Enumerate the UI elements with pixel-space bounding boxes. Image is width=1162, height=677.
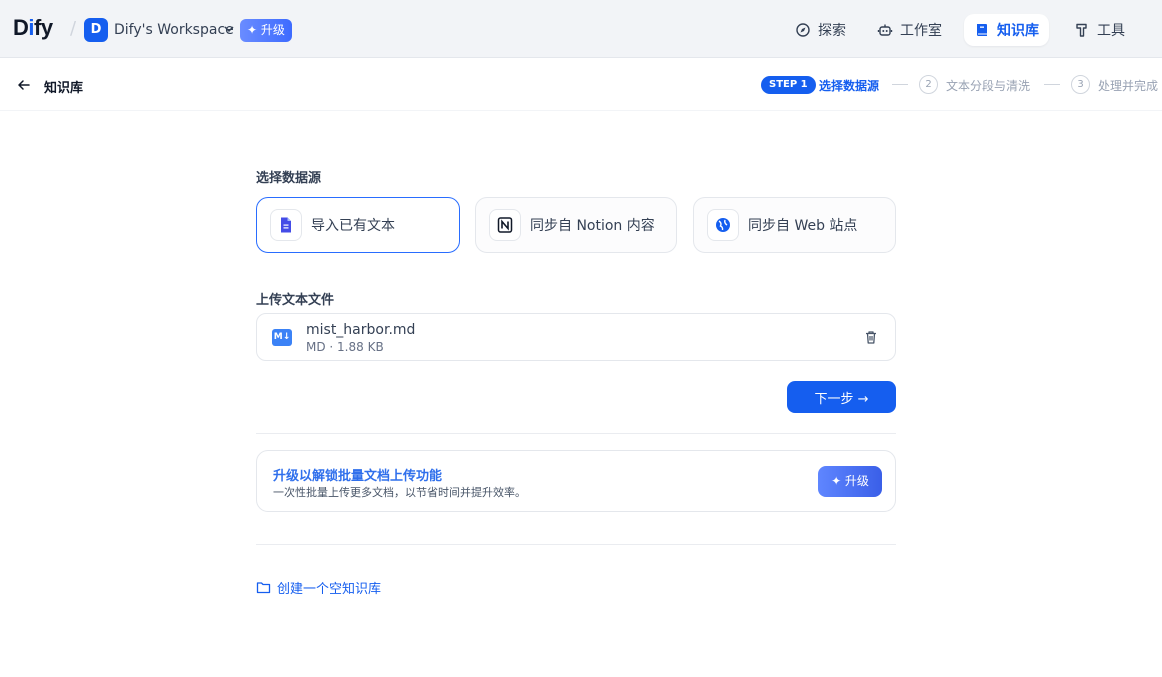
step-3-label: 处理并完成 bbox=[1098, 79, 1159, 93]
nav-studio-label: 工作室 bbox=[900, 23, 942, 39]
folder-icon bbox=[256, 582, 271, 594]
nav-tools[interactable]: 工具 bbox=[1064, 14, 1135, 46]
file-meta: MD · 1.88 KB bbox=[306, 340, 384, 354]
dify-logo[interactable]: Dify bbox=[13, 15, 53, 41]
nav-explore-label: 探索 bbox=[818, 23, 846, 39]
step-2-label: 文本分段与清洗 bbox=[946, 79, 1031, 93]
step-connector bbox=[1044, 84, 1060, 85]
nav-studio[interactable]: 工作室 bbox=[867, 14, 952, 46]
source-website-label: 同步自 Web 站点 bbox=[748, 218, 858, 234]
nav-knowledge-label: 知识库 bbox=[997, 23, 1039, 39]
workspace-upgrade-button[interactable]: ✦ 升级 bbox=[240, 19, 292, 42]
step-2-number: 2 bbox=[919, 75, 938, 94]
create-empty-knowledge-link[interactable]: 创建一个空知识库 bbox=[256, 578, 381, 597]
step-connector bbox=[892, 84, 908, 85]
logo-letters-fy: fy bbox=[34, 15, 53, 40]
data-source-title: 选择数据源 bbox=[256, 171, 322, 186]
workspace-avatar[interactable]: D bbox=[84, 18, 108, 42]
top-navigation-bar: Dify / D Dify's Workspace ✦ 升级 探索 工作室 知识… bbox=[0, 0, 1162, 58]
upgrade-card-description: 一次性批量上传更多文档，以节省时间并提升效率。 bbox=[273, 486, 526, 499]
page-title: 知识库 bbox=[44, 81, 84, 96]
step-1-label: 选择数据源 bbox=[819, 79, 880, 93]
next-step-button[interactable]: 下一步 → bbox=[787, 381, 896, 413]
source-import-text[interactable]: 导入已有文本 bbox=[256, 197, 460, 253]
compass-icon bbox=[796, 23, 810, 37]
book-icon bbox=[976, 24, 987, 36]
batch-upload-upgrade-card: 升级以解锁批量文档上传功能 一次性批量上传更多文档，以节省时间并提升效率。 ✦ … bbox=[256, 450, 896, 512]
source-icon-wrapper bbox=[707, 209, 739, 241]
create-empty-knowledge-label: 创建一个空知识库 bbox=[277, 582, 382, 597]
nav-tools-label: 工具 bbox=[1097, 23, 1125, 39]
robot-icon bbox=[877, 24, 893, 36]
step-3-number: 3 bbox=[1071, 75, 1090, 94]
source-import-text-label: 导入已有文本 bbox=[311, 218, 395, 234]
nav-knowledge[interactable]: 知识库 bbox=[964, 14, 1049, 46]
markdown-file-icon: M↓ bbox=[272, 329, 292, 346]
chevron-down-icon[interactable] bbox=[224, 22, 234, 36]
next-step-label: 下一步 → bbox=[814, 391, 869, 407]
uploaded-file-row[interactable]: M↓ mist_harbor.md MD · 1.88 KB bbox=[256, 313, 896, 361]
breadcrumb-separator: / bbox=[70, 18, 77, 39]
logo-letter-d: D bbox=[13, 15, 29, 40]
arrow-left-icon[interactable] bbox=[17, 78, 31, 92]
step-1-badge: STEP 1 bbox=[761, 76, 816, 94]
workspace-name[interactable]: Dify's Workspace bbox=[114, 22, 234, 38]
trash-icon[interactable] bbox=[863, 329, 879, 345]
globe-icon bbox=[716, 218, 730, 232]
source-notion[interactable]: 同步自 Notion 内容 bbox=[475, 197, 677, 253]
source-icon-wrapper bbox=[489, 209, 521, 241]
notion-icon bbox=[497, 217, 513, 233]
source-icon-wrapper bbox=[270, 209, 302, 241]
hammer-icon bbox=[1076, 23, 1087, 37]
divider bbox=[256, 433, 896, 434]
file-name: mist_harbor.md bbox=[306, 322, 416, 338]
upgrade-card-title: 升级以解锁批量文档上传功能 bbox=[273, 469, 443, 484]
divider bbox=[256, 544, 896, 545]
source-notion-label: 同步自 Notion 内容 bbox=[530, 218, 655, 234]
file-icon bbox=[281, 217, 291, 233]
page-subheader: 知识库 STEP 1 选择数据源 2 文本分段与清洗 3 处理并完成 bbox=[0, 59, 1162, 111]
nav-explore[interactable]: 探索 bbox=[785, 14, 856, 46]
upload-title: 上传文本文件 bbox=[256, 293, 335, 308]
upgrade-button[interactable]: ✦ 升级 bbox=[818, 466, 882, 497]
source-website[interactable]: 同步自 Web 站点 bbox=[693, 197, 896, 253]
